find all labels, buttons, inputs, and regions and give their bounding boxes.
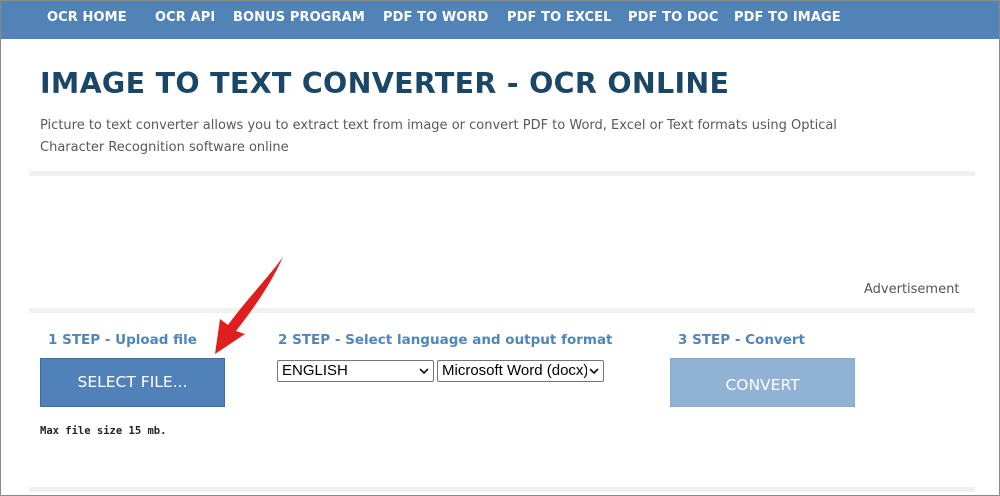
select-file-button[interactable]: SELECT FILE...	[40, 358, 225, 407]
chevron-down-icon	[417, 361, 431, 381]
max-file-size-note: Max file size 15 mb.	[40, 425, 167, 437]
page-description: Picture to text converter allows you to …	[40, 118, 837, 155]
language-select-value: ENGLISH	[282, 362, 348, 379]
chevron-down-icon	[587, 361, 601, 381]
language-select[interactable]: ENGLISH	[277, 360, 434, 382]
nav-pdf-to-word[interactable]: PDF TO WORD	[383, 10, 488, 25]
nav-pdf-to-excel[interactable]: PDF TO EXCEL	[507, 10, 612, 25]
divider-middle	[29, 308, 975, 313]
nav-ocr-api[interactable]: OCR API	[155, 10, 215, 25]
divider-top	[29, 171, 975, 176]
page-title: IMAGE TO TEXT CONVERTER - OCR ONLINE	[40, 67, 730, 100]
step3-label: 3 STEP - Convert	[678, 332, 806, 348]
step1-label: 1 STEP - Upload file	[48, 332, 197, 348]
nav-ocr-home[interactable]: OCR HOME	[47, 10, 127, 25]
page-frame: OCR HOME OCR API BONUS PROGRAM PDF TO WO…	[0, 0, 1000, 496]
output-format-value: Microsoft Word (docx)	[442, 362, 589, 379]
nav-bonus-program[interactable]: BONUS PROGRAM	[233, 10, 365, 25]
convert-button[interactable]: CONVERT	[670, 358, 855, 407]
advertisement-label: Advertisement	[864, 282, 960, 297]
top-navbar: OCR HOME OCR API BONUS PROGRAM PDF TO WO…	[1, 1, 999, 39]
output-format-select[interactable]: Microsoft Word (docx)	[437, 360, 604, 382]
nav-pdf-to-doc[interactable]: PDF TO DOC	[628, 10, 719, 25]
step2-label: 2 STEP - Select language and output form…	[278, 332, 613, 348]
nav-pdf-to-image[interactable]: PDF TO IMAGE	[734, 10, 841, 25]
divider-bottom	[29, 487, 975, 492]
